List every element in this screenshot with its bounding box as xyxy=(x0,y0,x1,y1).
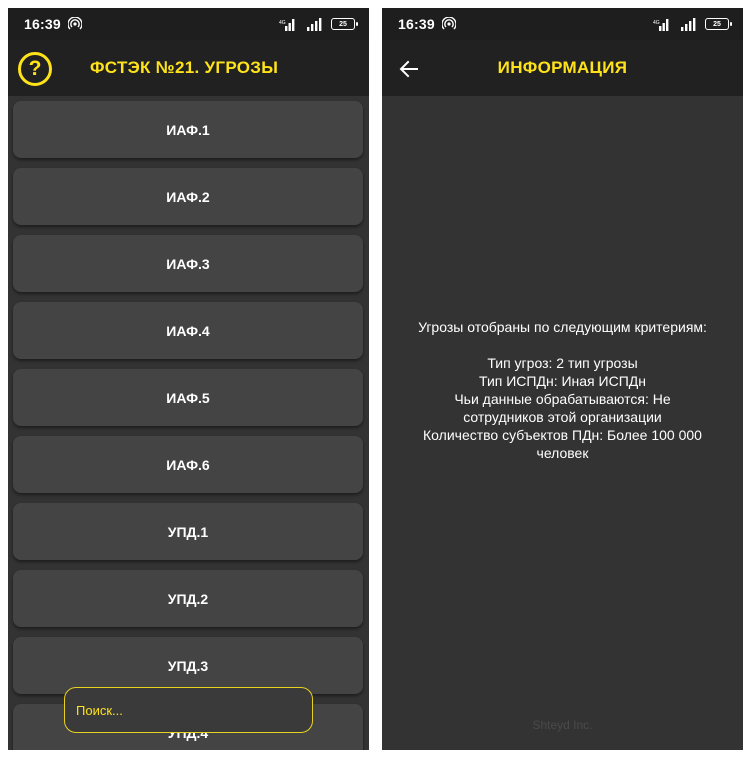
list-item-upd-1[interactable]: УПД.1 xyxy=(13,503,363,560)
info-screen: 16:39 4G 25 ИНФОРМАЦИЯ Угрозы отобраны п… xyxy=(382,8,743,750)
list-item-iaf-6[interactable]: ИАФ.6 xyxy=(13,436,363,493)
signal-icon: 4G xyxy=(653,18,669,31)
criteria-line: Количество субъектов ПДн: Более 100 000 xyxy=(423,427,702,443)
criteria-text: Угрозы отобраны по следующим критериям: … xyxy=(382,318,743,462)
criteria-line: Чьи данные обрабатываются: Не xyxy=(454,391,671,407)
signal-icon xyxy=(307,17,322,31)
list-item-iaf-4[interactable]: ИАФ.4 xyxy=(13,302,363,359)
list-item-upd-2[interactable]: УПД.2 xyxy=(13,570,363,627)
list-item-iaf-3[interactable]: ИАФ.3 xyxy=(13,235,363,292)
hotspot-icon xyxy=(441,17,456,30)
battery-level: 25 xyxy=(339,20,347,28)
list-item-iaf-5[interactable]: ИАФ.5 xyxy=(13,369,363,426)
criteria-intro: Угрозы отобраны по следующим критериям: xyxy=(418,319,707,335)
page-title: ФСТЭК №21. УГРОЗЫ xyxy=(90,58,279,77)
list-item-iaf-2[interactable]: ИАФ.2 xyxy=(13,168,363,225)
help-icon: ? xyxy=(28,57,42,80)
list-item-upd-3[interactable]: УПД.3 xyxy=(13,637,363,694)
threats-list-screen: 16:39 4G 25 ? ФСТЭК №21. УГРОЗЫ ИАФ.1 ИА… xyxy=(8,8,369,750)
app-bar: ? ФСТЭК №21. УГРОЗЫ xyxy=(8,40,369,96)
svg-text:4G: 4G xyxy=(279,20,286,26)
status-bar: 16:39 4G 25 xyxy=(8,8,369,40)
list-item-iaf-1[interactable]: ИАФ.1 xyxy=(13,101,363,158)
signal-icon xyxy=(681,17,696,31)
criteria-line: человек xyxy=(536,445,589,461)
app-bar: ИНФОРМАЦИЯ xyxy=(382,40,743,96)
status-time: 16:39 xyxy=(24,16,61,32)
help-button[interactable]: ? xyxy=(18,52,52,86)
footer-credit: Shteyd Inc. xyxy=(532,718,593,732)
hotspot-icon xyxy=(67,17,82,30)
page-title: ИНФОРМАЦИЯ xyxy=(497,58,628,77)
search-input[interactable]: Поиск... xyxy=(64,687,313,733)
status-bar: 16:39 4G 25 xyxy=(382,8,743,40)
battery-icon: 25 xyxy=(331,18,358,30)
criteria-line: сотрудников этой организации xyxy=(463,409,662,425)
criteria-line: Тип ИСПДн: Иная ИСПДн xyxy=(479,373,646,389)
search-placeholder: Поиск... xyxy=(76,702,123,718)
battery-icon: 25 xyxy=(705,18,732,30)
battery-level: 25 xyxy=(713,20,721,28)
criteria-line: Тип угроз: 2 тип угрозы xyxy=(487,355,638,371)
svg-text:4G: 4G xyxy=(653,20,660,26)
signal-icon: 4G xyxy=(279,18,295,31)
status-time: 16:39 xyxy=(398,16,435,32)
